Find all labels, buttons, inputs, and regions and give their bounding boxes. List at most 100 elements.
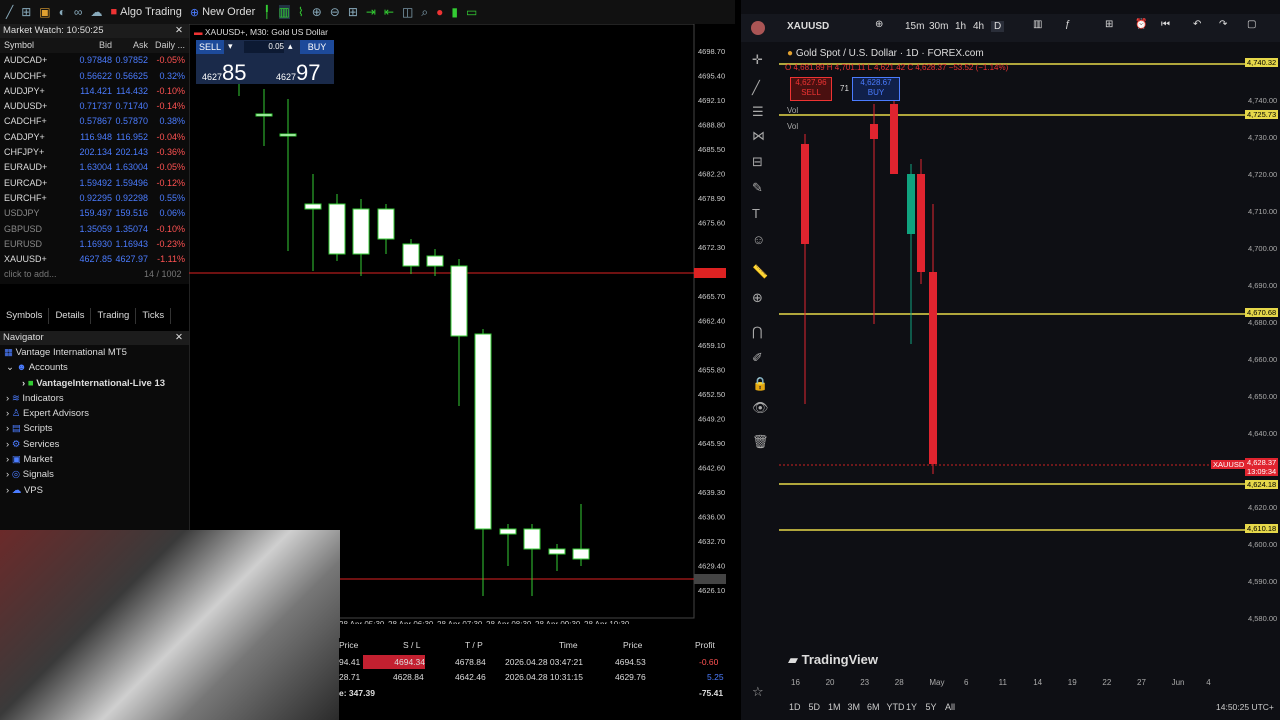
chart-shift-icon[interactable]: ⇤ [384, 5, 394, 19]
projection-icon[interactable]: ⊟ [752, 154, 763, 170]
nav-item-broker[interactable]: ▦ Vantage International MT5 [0, 345, 189, 360]
market-watch-row[interactable]: EURCHF+ 0.92295 0.92298 0.55% [0, 191, 189, 206]
text-icon[interactable]: T [752, 206, 760, 221]
tv-period-6m[interactable]: 6M [867, 702, 880, 712]
tv-sell-button[interactable]: 4,627.96 SELL [790, 77, 832, 101]
new-order-button[interactable]: ⊕ New Order [190, 6, 255, 19]
profiles-icon[interactable]: ▣ [39, 5, 50, 19]
lot-dropdown-icon[interactable]: ▾ [228, 41, 233, 52]
tv-tf-d[interactable]: D [991, 21, 1005, 32]
tv-period-ytd[interactable]: YTD [887, 702, 905, 712]
new-chart-icon[interactable]: ⊞ [21, 5, 31, 19]
market-watch-row[interactable]: EURAUD+ 1.63004 1.63004 -0.05% [0, 160, 189, 175]
crosshair-icon[interactable]: ✛ [752, 52, 763, 68]
market-watch-row[interactable]: USDJPY 159.497 159.516 0.06% [0, 206, 189, 221]
nav-item-experts[interactable]: › ♙ Expert Advisors [0, 406, 189, 421]
tv-tf-4h[interactable]: 4h [973, 21, 984, 32]
add-symbol-row[interactable]: click to add... 14 / 1002 [0, 267, 189, 282]
nav-item-scripts[interactable]: › ▤ Scripts [0, 421, 189, 436]
col-symbol[interactable]: Symbol [0, 38, 76, 53]
buy-price[interactable]: 462797 [276, 60, 321, 86]
nav-item-account-live[interactable]: › ■ VantageInternational-Live 13 [0, 376, 189, 391]
periods-icon[interactable]: ◫ [402, 5, 413, 19]
signal-icon[interactable]: ▮ [451, 5, 458, 19]
tv-compare-icon[interactable]: ⊕ [875, 19, 883, 30]
nav-item-signals[interactable]: › ◎ Signals [0, 467, 189, 482]
tv-chart[interactable] [779, 44, 1245, 674]
nav-item-indicators[interactable]: › ≋ Indicators [0, 391, 189, 406]
tv-symbol[interactable]: XAUUSD [787, 21, 829, 32]
tv-tf-15m[interactable]: 15m [905, 21, 924, 32]
tv-period-1d[interactable]: 1D [789, 702, 801, 712]
tv-price-axis[interactable]: 4,740.00 4,730.00 4,720.00 4,710.00 4,700.00… [1245, 44, 1280, 674]
tv-period-5y[interactable]: 5Y [926, 702, 937, 712]
tv-period-1y[interactable]: 1Y [906, 702, 917, 712]
market-watch-row[interactable]: CADJPY+ 116.948 116.952 -0.04% [0, 130, 189, 145]
trash-icon[interactable]: 🗑 [752, 434, 769, 450]
indicators-icon[interactable]: ∞ [74, 5, 83, 19]
lock-icon[interactable]: 🔒 [752, 376, 768, 392]
trade-row[interactable]: 94.41 4694.34 4678.84 2026.04.28 03:47:2… [339, 655, 735, 669]
tab-trading[interactable]: Trading [91, 308, 137, 324]
market-watch-row[interactable]: AUDCHF+ 0.56622 0.56625 0.32% [0, 69, 189, 84]
market-watch-row[interactable]: AUDJPY+ 114.421 114.432 -0.10% [0, 84, 189, 99]
trend-line-icon[interactable]: ╱ [752, 80, 760, 96]
trade-tp[interactable]: 4642.46 [455, 670, 486, 684]
eye-icon[interactable]: 👁 [752, 400, 769, 416]
market-watch-row[interactable]: GBPUSD 1.35059 1.35074 -0.10% [0, 222, 189, 237]
tv-redo-icon[interactable]: ↷ [1219, 19, 1227, 30]
magnet-icon[interactable]: ⋂ [752, 324, 763, 340]
trade-row[interactable]: 28.71 4628.84 4642.46 2026.04.28 10:31:1… [339, 670, 735, 684]
zoom-in-icon[interactable]: ⊕ [312, 5, 322, 19]
sell-price[interactable]: 462785 [202, 60, 247, 86]
tv-fullscreen-icon[interactable]: ▢ [1247, 19, 1256, 30]
trade-tp[interactable]: 4678.84 [455, 655, 486, 669]
sell-button[interactable]: SELL [196, 40, 224, 54]
tv-indicators-icon[interactable]: ƒ [1065, 19, 1071, 30]
market-watch-row[interactable]: AUDUSD+ 0.71737 0.71740 -0.14% [0, 99, 189, 114]
tv-period-1m[interactable]: 1M [828, 702, 841, 712]
bar-chart-icon[interactable]: ╿ [263, 5, 270, 19]
col-daily[interactable]: Daily ... [148, 38, 189, 53]
col-bid[interactable]: Bid [76, 38, 112, 53]
zoom-out-icon[interactable]: ⊖ [330, 5, 340, 19]
tab-details[interactable]: Details [49, 308, 92, 324]
metaeditor-icon[interactable]: ◐ [59, 5, 66, 19]
trade-sl[interactable]: 4694.34 [363, 655, 425, 669]
algo-trading-button[interactable]: ■ Algo Trading [110, 6, 181, 18]
candlestick-icon[interactable]: ▥ [278, 5, 290, 19]
nav-item-vps[interactable]: › ☁ VPS [0, 483, 189, 498]
tv-tf-1h[interactable]: 1h [955, 21, 966, 32]
tv-replay-icon[interactable]: ⏮ [1161, 19, 1170, 30]
tv-period-all[interactable]: All [945, 702, 955, 712]
autoscroll-icon[interactable]: ⇥ [366, 5, 376, 19]
tv-avatar[interactable] [751, 21, 765, 35]
close-icon[interactable]: ✕ [175, 24, 183, 38]
search-icon[interactable]: ⌕ [421, 5, 428, 20]
tv-tf-30m[interactable]: 30m [929, 21, 948, 32]
nav-item-market[interactable]: › ▣ Market [0, 452, 189, 467]
zoom-icon[interactable]: ⊕ [752, 290, 763, 306]
line-chart-icon[interactable]: ⌇ [298, 5, 304, 19]
tv-candle-type-icon[interactable]: ▥ [1033, 19, 1042, 30]
lot-up-icon[interactable]: ▴ [288, 41, 293, 52]
favorite-icon[interactable]: ☆ [752, 684, 764, 700]
ruler-icon[interactable]: 📏 [752, 264, 768, 280]
nav-item-accounts[interactable]: ⌄ ☻ Accounts [0, 360, 189, 375]
market-watch-row[interactable]: CHFJPY+ 202.134 202.143 -0.36% [0, 145, 189, 160]
market-watch-row[interactable]: XAUUSD+ 4627.85 4627.97 -1.11% [0, 252, 189, 267]
market-watch-row[interactable]: EURUSD 1.16930 1.16943 -0.23% [0, 237, 189, 252]
market-watch-row[interactable]: CADCHF+ 0.57867 0.57870 0.38% [0, 114, 189, 129]
brush-icon[interactable]: ✎ [752, 180, 763, 196]
market-watch-row[interactable]: AUDCAD+ 0.97848 0.97852 -0.05% [0, 53, 189, 68]
tv-alert-icon[interactable]: ⏰ [1135, 19, 1147, 30]
lock-draw-icon[interactable]: ✐ [752, 350, 763, 366]
tv-period-3m[interactable]: 3M [848, 702, 861, 712]
cloud-icon[interactable]: ☁ [90, 5, 102, 19]
emoji-icon[interactable]: ☺ [752, 232, 765, 247]
pattern-icon[interactable]: ⋈ [752, 128, 765, 144]
close-icon[interactable]: ✕ [175, 331, 183, 345]
trade-sl[interactable]: 4628.84 [393, 670, 424, 684]
nav-item-services[interactable]: › ⚙ Services [0, 437, 189, 452]
fib-icon[interactable]: ☰ [752, 104, 764, 120]
